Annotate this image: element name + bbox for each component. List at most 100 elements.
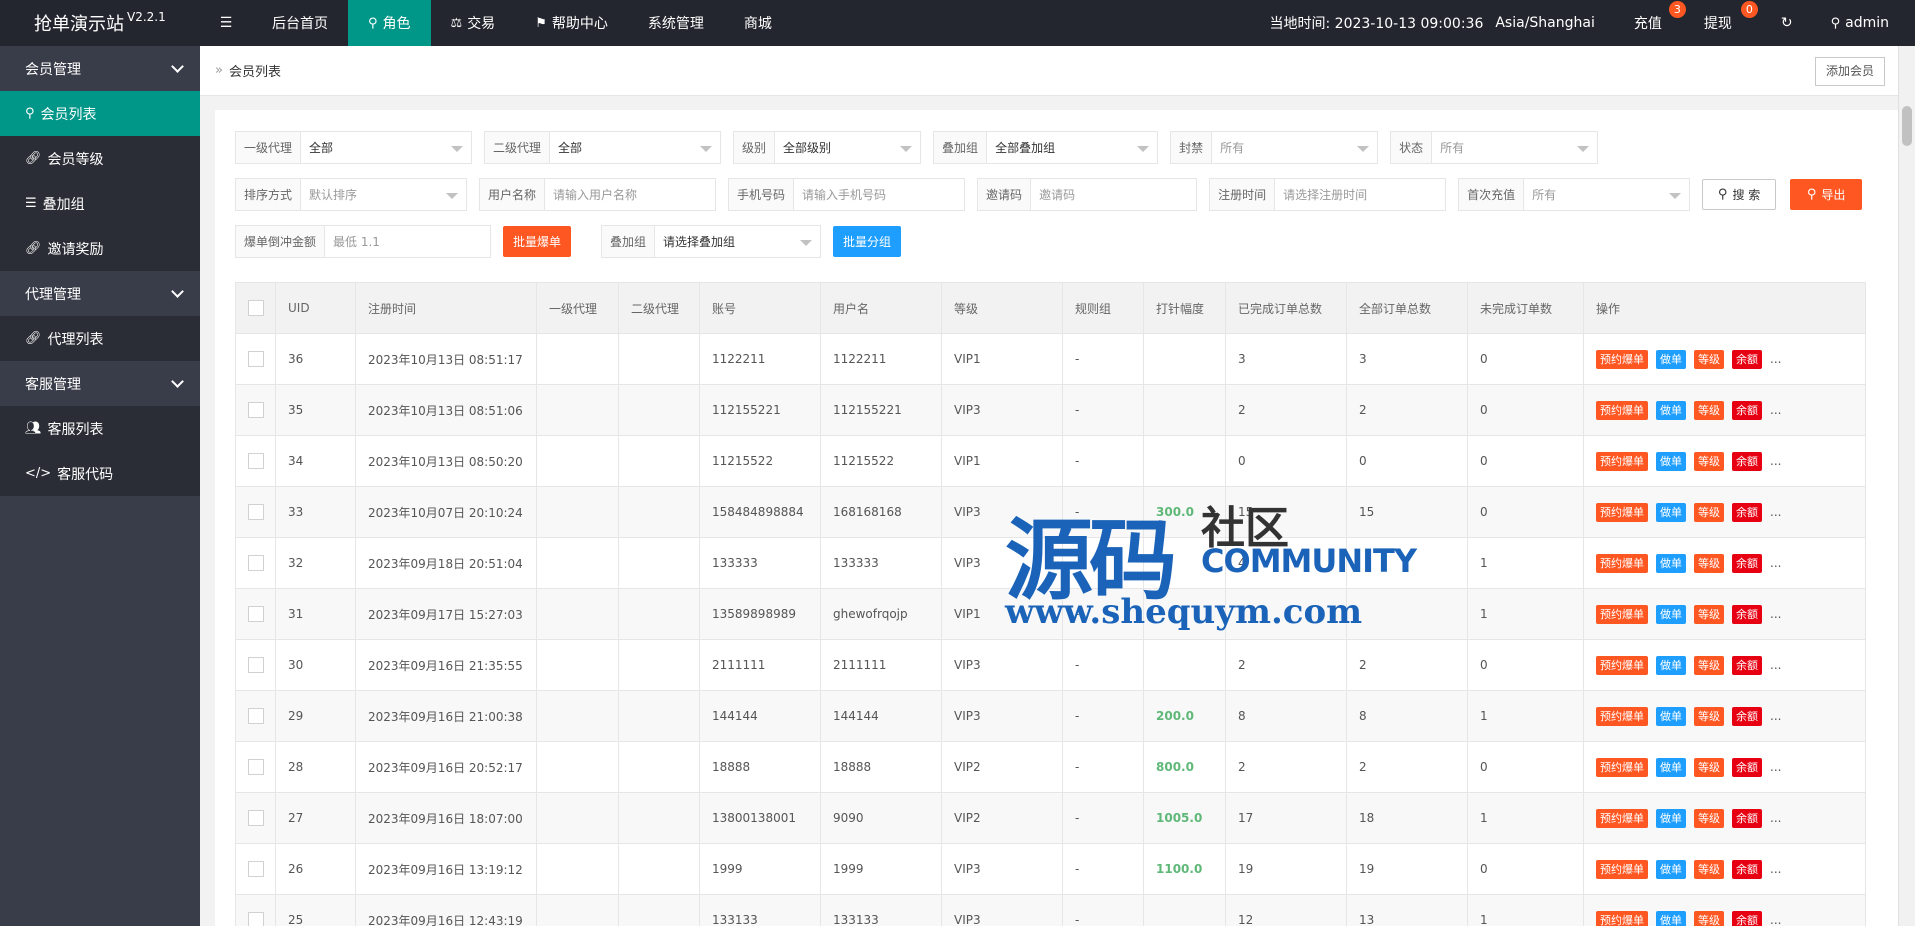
select-all-checkbox[interactable] [235,282,276,334]
agent1-filter[interactable]: 一级代理 全部 [235,131,473,164]
more-actions-button[interactable]: ... [1770,352,1781,366]
user-menu[interactable]: ⚲ admin [1812,0,1915,46]
stack-filter[interactable]: 叠加组 全部叠加组 [933,131,1159,164]
recharge-link[interactable]: 充值 3 [1614,0,1690,46]
page-scrollbar[interactable] [1898,46,1915,926]
status-filter[interactable]: 状态 所有 [1390,131,1599,164]
action-button-3[interactable]: 余额 [1732,553,1762,573]
sidebar-item-service-list[interactable]: 👥︎ 客服列表 [0,406,200,451]
nav-help[interactable]: ⚑ 帮助中心 [515,0,628,46]
sidebar-group-member[interactable]: 会员管理 [0,46,200,91]
batch-burst-button[interactable]: 批量爆单 [503,226,572,257]
username-input[interactable]: 用户名称 请输入用户名称 [479,178,717,211]
first-charge-filter[interactable]: 首次充值 所有 [1458,178,1691,211]
action-button-2[interactable]: 等级 [1694,757,1724,777]
action-button-3[interactable]: 余额 [1732,604,1762,624]
row-checkbox[interactable] [235,894,276,926]
more-actions-button[interactable]: ... [1770,454,1781,468]
action-button-1[interactable]: 做单 [1656,451,1686,471]
action-button-2[interactable]: 等级 [1694,655,1724,675]
sidebar-item-service-code[interactable]: </> 客服代码 [0,451,200,496]
action-button-3[interactable]: 余额 [1732,808,1762,828]
action-button-1[interactable]: 做单 [1656,400,1686,420]
refresh-button[interactable]: ↻ [1762,0,1812,46]
nav-system[interactable]: 系统管理 [628,0,724,46]
action-button-2[interactable]: 等级 [1694,502,1724,522]
action-button-1[interactable]: 做单 [1656,910,1686,926]
more-actions-button[interactable]: ... [1770,862,1781,876]
withdraw-link[interactable]: 提现 0 [1690,0,1762,46]
action-button-0[interactable]: 预约爆单 [1596,757,1648,777]
action-button-0[interactable]: 预约爆单 [1596,808,1648,828]
sidebar-item-stack-group[interactable]: ☰ 叠加组 [0,181,200,226]
row-checkbox[interactable] [235,384,276,436]
action-button-0[interactable]: 预约爆单 [1596,706,1648,726]
action-button-2[interactable]: 等级 [1694,910,1724,926]
action-button-3[interactable]: 余额 [1732,910,1762,926]
action-button-0[interactable]: 预约爆单 [1596,553,1648,573]
more-actions-button[interactable]: ... [1770,760,1781,774]
add-member-button[interactable]: 添加会员 [1814,57,1885,86]
action-button-3[interactable]: 余额 [1732,706,1762,726]
action-button-0[interactable]: 预约爆单 [1596,604,1648,624]
agent2-filter[interactable]: 二级代理 全部 [484,131,722,164]
nav-shop[interactable]: 商城 [724,0,792,46]
action-button-1[interactable]: 做单 [1656,655,1686,675]
burst-amount-input[interactable]: 爆单倒冲金额 最低 1.1 [235,225,492,258]
app-logo[interactable]: 抢单演示站 V2.2.1 [0,0,200,46]
sidebar-item-member-level[interactable]: 🔗︎ 会员等级 [0,136,200,181]
action-button-2[interactable]: 等级 [1694,553,1724,573]
nav-home[interactable]: 后台首页 [252,0,348,46]
sort-filter[interactable]: 排序方式 默认排序 [235,178,468,211]
scrollbar-thumb[interactable] [1902,106,1912,146]
action-button-0[interactable]: 预约爆单 [1596,655,1648,675]
action-button-3[interactable]: 余额 [1732,451,1762,471]
action-button-2[interactable]: 等级 [1694,859,1724,879]
search-button[interactable]: ⚲ 搜 索 [1702,179,1777,210]
action-button-1[interactable]: 做单 [1656,757,1686,777]
stack-group-select[interactable]: 叠加组 请选择叠加组 [601,225,822,258]
more-actions-button[interactable]: ... [1770,709,1781,723]
row-checkbox[interactable] [235,639,276,691]
action-button-3[interactable]: 余额 [1732,400,1762,420]
ban-filter[interactable]: 封禁 所有 [1170,131,1379,164]
sidebar-group-agent[interactable]: 代理管理 [0,271,200,316]
action-button-3[interactable]: 余额 [1732,655,1762,675]
action-button-3[interactable]: 余额 [1732,349,1762,369]
nav-trade[interactable]: ⚖ 交易 [431,0,516,46]
action-button-2[interactable]: 等级 [1694,604,1724,624]
action-button-1[interactable]: 做单 [1656,553,1686,573]
action-button-0[interactable]: 预约爆单 [1596,349,1648,369]
action-button-0[interactable]: 预约爆单 [1596,910,1648,926]
action-button-2[interactable]: 等级 [1694,808,1724,828]
row-checkbox[interactable] [235,741,276,793]
col-register-time[interactable]: 注册时间 [355,282,537,334]
action-button-3[interactable]: 余额 [1732,502,1762,522]
sidebar-group-service[interactable]: 客服管理 [0,361,200,406]
action-button-0[interactable]: 预约爆单 [1596,400,1648,420]
nav-role[interactable]: ⚲ 角色 [348,0,431,46]
action-button-2[interactable]: 等级 [1694,706,1724,726]
row-checkbox[interactable] [235,486,276,538]
sidebar-item-agent-list[interactable]: 🔗︎ 代理列表 [0,316,200,361]
action-button-1[interactable]: 做单 [1656,859,1686,879]
export-button[interactable]: ⚲ 导出 [1790,179,1863,210]
row-checkbox[interactable] [235,333,276,385]
more-actions-button[interactable]: ... [1770,556,1781,570]
action-button-1[interactable]: 做单 [1656,808,1686,828]
more-actions-button[interactable]: ... [1770,403,1781,417]
more-actions-button[interactable]: ... [1770,607,1781,621]
action-button-1[interactable]: 做单 [1656,502,1686,522]
action-button-1[interactable]: 做单 [1656,349,1686,369]
action-button-1[interactable]: 做单 [1656,706,1686,726]
action-button-2[interactable]: 等级 [1694,451,1724,471]
row-checkbox[interactable] [235,690,276,742]
row-checkbox[interactable] [235,435,276,487]
action-button-2[interactable]: 等级 [1694,349,1724,369]
level-filter[interactable]: 级别 全部级别 [733,131,922,164]
more-actions-button[interactable]: ... [1770,658,1781,672]
invite-code-input[interactable]: 邀请码 邀请码 [977,178,1198,211]
col-uid[interactable]: UID [275,282,356,334]
batch-group-button[interactable]: 批量分组 [833,226,902,257]
action-button-2[interactable]: 等级 [1694,400,1724,420]
